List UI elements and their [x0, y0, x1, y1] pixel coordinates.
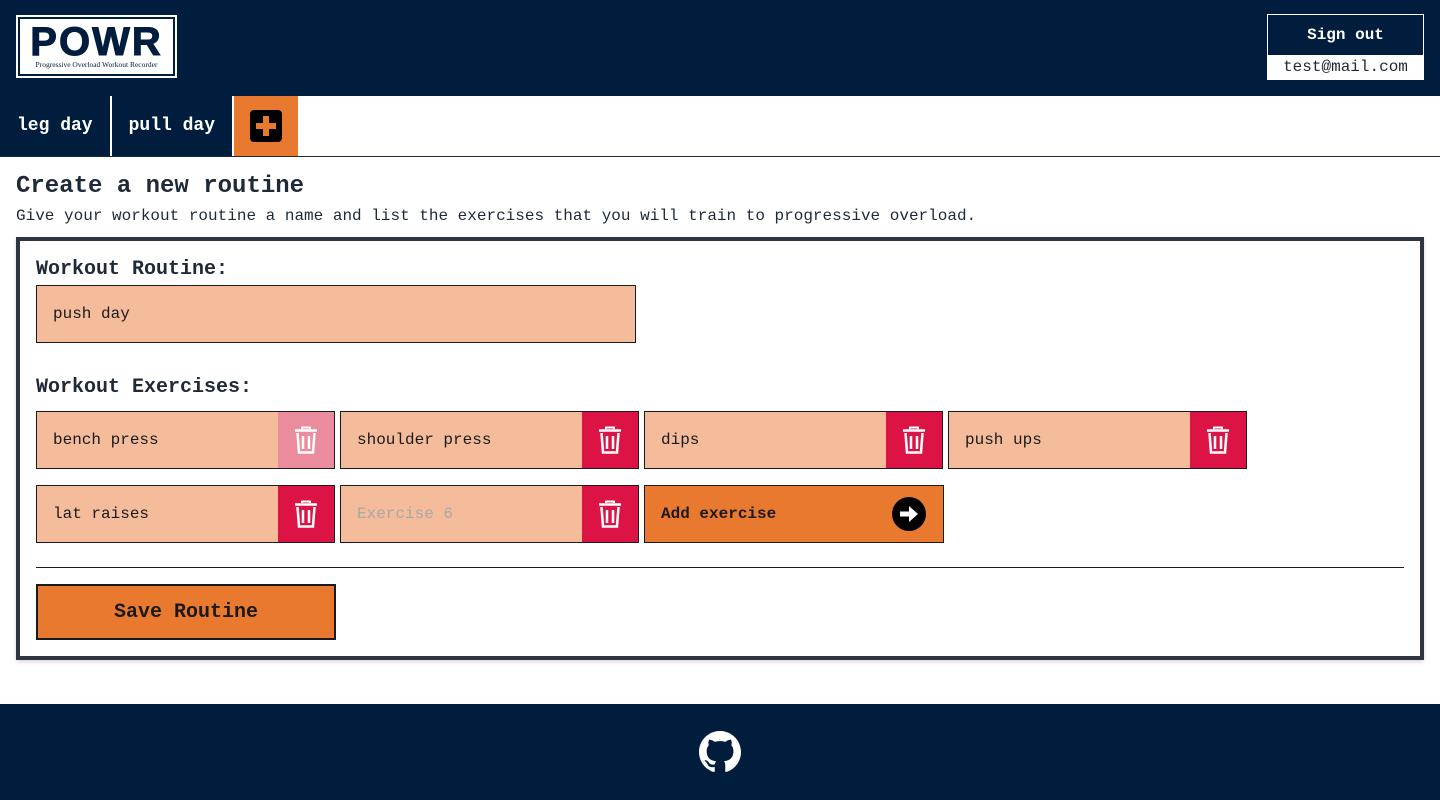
app-footer: [0, 704, 1440, 800]
trash-icon: [295, 426, 317, 454]
plus-square-icon: [250, 110, 283, 142]
routine-form-card: Workout Routine: Workout Exercises:: [16, 237, 1424, 660]
add-exercise-button[interactable]: Add exercise: [644, 485, 944, 543]
tab-pull-day[interactable]: pull day: [111, 96, 233, 156]
trash-icon: [1207, 426, 1229, 454]
github-icon[interactable]: [699, 731, 741, 773]
trash-icon: [599, 500, 621, 528]
trash-icon: [295, 500, 317, 528]
exercises-label: Workout Exercises:: [36, 376, 253, 399]
delete-exercise-4-button[interactable]: [1190, 412, 1246, 468]
tab-leg-day[interactable]: leg day: [0, 96, 110, 156]
user-email: test@mail.com: [1268, 55, 1423, 79]
exercise-input-3[interactable]: [645, 412, 886, 468]
exercise-field-1: [36, 411, 335, 469]
app-header: POWR Progressive Overload Workout Record…: [0, 0, 1440, 96]
delete-exercise-5-button[interactable]: [278, 486, 334, 542]
save-routine-button[interactable]: Save Routine: [36, 584, 336, 640]
exercise-field-5: [36, 485, 335, 543]
exercise-field-3: [644, 411, 943, 469]
delete-exercise-2-button[interactable]: [582, 412, 638, 468]
exercise-input-4[interactable]: [949, 412, 1190, 468]
page-description: Give your workout routine a name and lis…: [16, 207, 977, 225]
trash-icon: [599, 426, 621, 454]
form-divider: [36, 567, 1404, 568]
routine-name-label: Workout Routine:: [36, 258, 229, 281]
delete-exercise-3-button[interactable]: [886, 412, 942, 468]
exercise-field-4: [948, 411, 1247, 469]
page-title: Create a new routine: [16, 173, 305, 200]
logo-frame: POWR Progressive Overload Workout Record…: [18, 17, 175, 76]
routine-name-input[interactable]: [36, 285, 636, 343]
delete-exercise-1-button[interactable]: [278, 412, 334, 468]
add-routine-tab[interactable]: [234, 96, 299, 156]
account-panel: Sign out test@mail.com: [1267, 14, 1424, 80]
logo-title: POWR: [30, 19, 163, 64]
sign-out-button[interactable]: Sign out: [1268, 15, 1423, 55]
trash-icon: [903, 426, 925, 454]
powr-logo[interactable]: POWR Progressive Overload Workout Record…: [16, 15, 177, 78]
routine-tabs: leg day pull day: [0, 96, 299, 156]
exercise-field-2: [340, 411, 639, 469]
exercise-input-2[interactable]: [341, 412, 582, 468]
exercise-input-5[interactable]: [37, 486, 278, 542]
arrow-right-circle-icon: [892, 497, 926, 531]
exercise-input-1[interactable]: [37, 412, 278, 468]
add-exercise-label: Add exercise: [661, 505, 777, 523]
logo-subtitle: Progressive Overload Workout Recorder: [35, 59, 158, 69]
exercise-input-6[interactable]: [341, 486, 582, 542]
exercise-field-6: [340, 485, 639, 543]
tabs-divider: [0, 156, 1440, 157]
delete-exercise-6-button[interactable]: [582, 486, 638, 542]
